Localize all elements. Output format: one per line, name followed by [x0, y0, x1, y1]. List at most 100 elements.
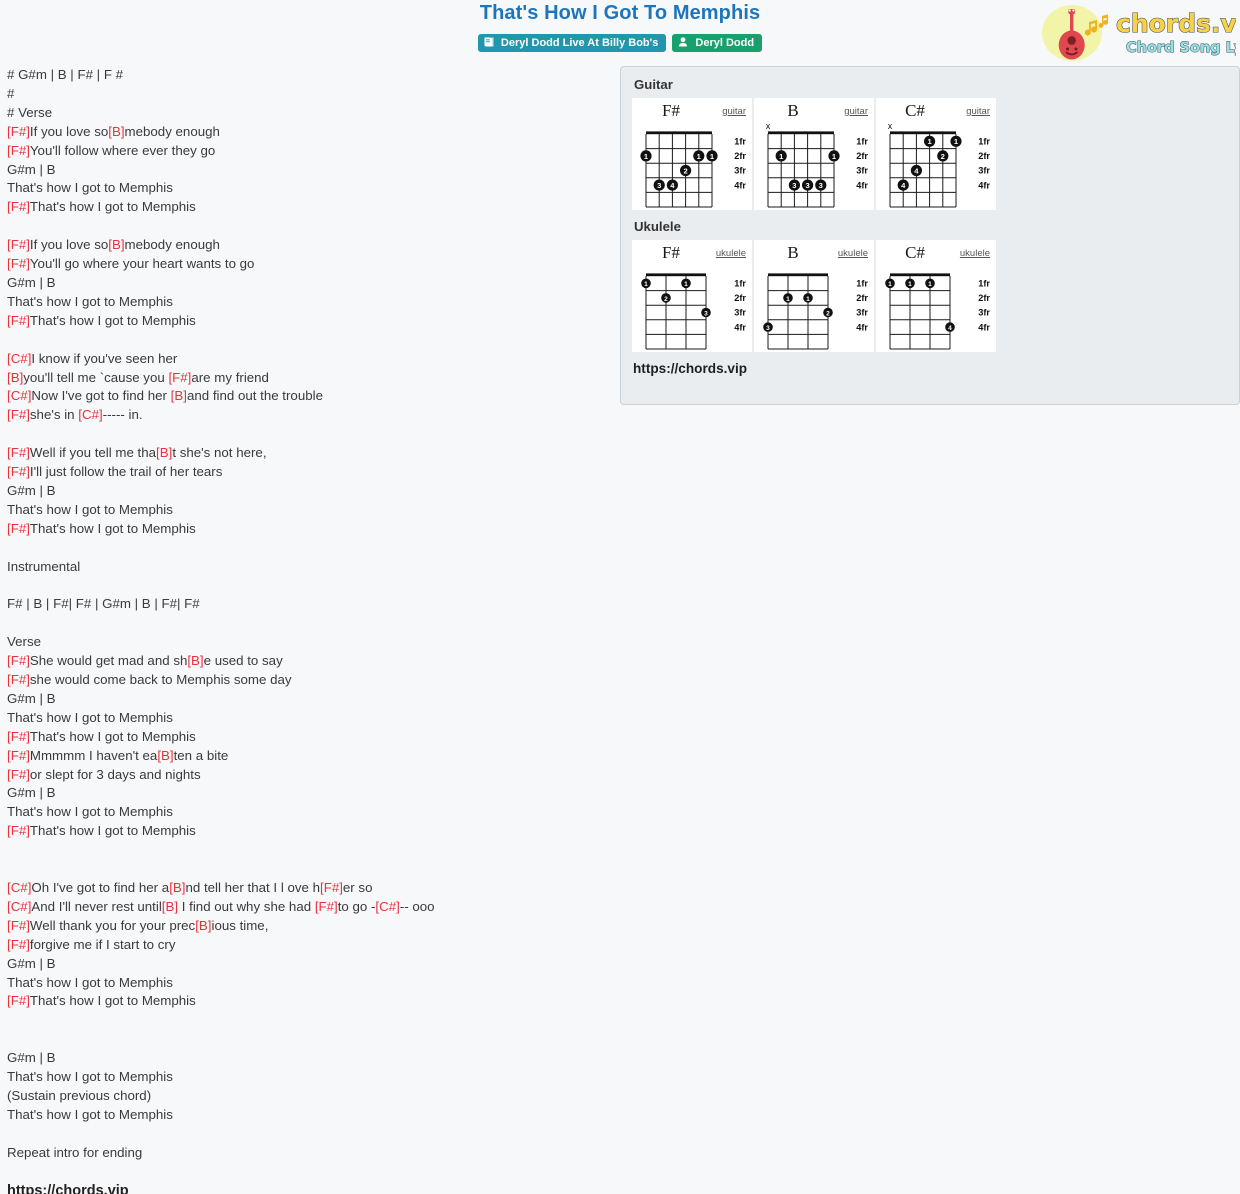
- chord-marker[interactable]: [F#]: [7, 143, 30, 158]
- lyric-line: [F#]she's in [C#]----- in.: [7, 406, 607, 425]
- lyric-line: G#m | B: [7, 482, 607, 501]
- chord-marker[interactable]: [F#]: [7, 748, 30, 763]
- lyric-text: Verse: [7, 634, 42, 650]
- instrument-link[interactable]: ukulele: [716, 248, 746, 259]
- lyric-line: [F#]Well thank you for your prec[B]ious …: [7, 917, 607, 936]
- chord-marker[interactable]: [F#]: [7, 521, 30, 536]
- svg-text:2fr: 2fr: [856, 151, 868, 161]
- instrument-link[interactable]: guitar: [966, 106, 990, 117]
- chord-section-ukulele: Ukulele F# ukulele 1 1 2 3 1fr 2fr 3fr 4fr Bukulele…: [632, 219, 1228, 352]
- lyric-line: # G#m | B | F# | F #: [7, 66, 607, 85]
- chord-marker[interactable]: [F#]: [7, 672, 30, 687]
- lyric-line: [F#]That's how I got to Memphis: [7, 312, 607, 331]
- svg-text:3: 3: [792, 181, 796, 190]
- chord-row: F# guitar 1 1 1 2 3 4 1fr 2fr 3fr 4fr Bguitar x 1 1 3 3 3 1…: [632, 98, 1228, 210]
- lyric-line: [F#]That's how I got to Memphis: [7, 822, 607, 841]
- chord-marker[interactable]: [B]: [157, 748, 173, 763]
- instrument-link[interactable]: ukulele: [838, 248, 868, 259]
- chord-marker[interactable]: [B]: [195, 918, 211, 933]
- chord-marker[interactable]: [F#]: [7, 729, 30, 744]
- chord-marker[interactable]: [B]: [7, 370, 23, 385]
- chord-diagram-guitar-B[interactable]: Bguitar x 1 1 3 3 3 1fr 2fr 3fr 4fr: [754, 98, 874, 210]
- lyric-text: G#m | B: [7, 785, 56, 801]
- album-badge[interactable]: Deryl Dodd Live At Billy Bob's: [477, 34, 667, 52]
- artist-badge[interactable]: Deryl Dodd: [672, 34, 763, 52]
- lyric-text: she would come back to Memphis some day: [29, 672, 292, 687]
- site-logo[interactable]: chords.vip Chord Song Lyric: [1040, 2, 1240, 62]
- chord-name: F#: [662, 243, 680, 262]
- chord-marker[interactable]: [F#]: [7, 407, 30, 422]
- chord-marker[interactable]: [C#]: [7, 880, 31, 895]
- lyric-text: or slept for 3 days and nights: [29, 766, 201, 782]
- chord-marker[interactable]: [F#]: [7, 767, 30, 782]
- chord-diagram-ukulele-Fsharp[interactable]: F# ukulele 1 1 2 3 1fr 2fr 3fr 4fr: [632, 240, 752, 352]
- chord-diagram-ukulele-Csharp[interactable]: C# ukulele 1 1 1 4 1fr 2fr 3fr 4fr: [876, 240, 996, 352]
- chord-marker[interactable]: [F#]: [7, 653, 30, 668]
- logo-brand-text: chords.vip: [1116, 9, 1236, 38]
- chord-marker[interactable]: [F#]: [7, 237, 30, 252]
- chord-marker[interactable]: [C#]: [7, 388, 31, 403]
- svg-text:2: 2: [683, 166, 687, 175]
- chord-marker[interactable]: [B]: [108, 237, 124, 252]
- footer-site-url[interactable]: https://chords.vip: [7, 1182, 607, 1194]
- chord-marker[interactable]: [C#]: [375, 899, 399, 914]
- chord-diagram-guitar-Csharp[interactable]: C# guitar x 1 1 2 4 4 1fr 2fr 3fr 4fr: [876, 98, 996, 210]
- chord-marker[interactable]: [F#]: [7, 445, 30, 460]
- instrument-link[interactable]: guitar: [844, 106, 868, 117]
- chord-marker[interactable]: [F#]: [320, 880, 343, 895]
- chord-marker[interactable]: [F#]: [7, 823, 30, 838]
- lyric-line: [F#]You'll follow where ever they go: [7, 142, 607, 161]
- lyric-line: [F#]That's how I got to Memphis: [7, 520, 607, 539]
- chord-marker[interactable]: [C#]: [7, 351, 31, 366]
- lyric-line: That's how I got to Memphis: [7, 501, 607, 520]
- lyric-blank-line: [7, 1011, 607, 1030]
- lyric-text: That's how I got to Memphis: [7, 1069, 173, 1085]
- chord-marker[interactable]: [F#]: [7, 199, 30, 214]
- lyric-line: [C#]I know if you've seen her: [7, 350, 607, 369]
- lyric-line: [C#]Now I've got to find her [B]and find…: [7, 387, 607, 406]
- lyric-line: That's how I got to Memphis: [7, 974, 607, 993]
- svg-text:3: 3: [657, 181, 661, 190]
- chord-marker[interactable]: [B]: [108, 124, 124, 139]
- chord-marker[interactable]: [F#]: [7, 124, 30, 139]
- instrument-link[interactable]: ukulele: [960, 248, 990, 259]
- chord-marker[interactable]: [F#]: [7, 256, 30, 271]
- lyric-line: [C#]Oh I've got to find her a[B]nd tell …: [7, 879, 607, 898]
- chord-diagram-ukulele-B[interactable]: Bukulele 1 1 2 3 1fr 2fr 3fr 4fr: [754, 240, 874, 352]
- instrument-link[interactable]: guitar: [722, 106, 746, 117]
- chord-marker[interactable]: [F#]: [7, 313, 30, 328]
- chord-marker[interactable]: [F#]: [315, 899, 338, 914]
- lyric-line: F# | B | F#| F# | G#m | B | F#| F#: [7, 595, 607, 614]
- svg-text:3fr: 3fr: [978, 166, 990, 176]
- logo-tagline-text: Chord Song Lyric: [1126, 40, 1236, 56]
- lyric-text: ten a bite: [173, 747, 229, 763]
- lyric-text: # G#m | B | F# | F #: [7, 67, 124, 82]
- badge-label: Deryl Dodd Live At Billy Bob's: [500, 37, 659, 50]
- panel-site-url[interactable]: https://chords.vip: [621, 352, 1239, 376]
- chord-marker[interactable]: [B]: [171, 388, 187, 403]
- chord-diagram-guitar-Fsharp[interactable]: F# guitar 1 1 1 2 3 4 1fr 2fr 3fr 4fr: [632, 98, 752, 210]
- chord-marker[interactable]: [F#]: [7, 993, 30, 1008]
- lyric-text: ious time,: [211, 917, 269, 933]
- chords-vip-logo-icon: chords.vip Chord Song Lyric: [1042, 5, 1240, 61]
- lyric-line: [F#]You'll go where your heart wants to …: [7, 255, 607, 274]
- chord-name: B: [787, 101, 799, 120]
- lyric-line: [F#]forgive me if I start to cry: [7, 936, 607, 955]
- chord-marker[interactable]: [C#]: [7, 899, 31, 914]
- fretboard-diagram: 1 1 2 3 1fr 2fr 3fr 4fr: [758, 264, 870, 350]
- chord-marker[interactable]: [C#]: [78, 407, 102, 422]
- lyric-text: That's how I got to Memphis: [29, 312, 196, 328]
- chord-marker[interactable]: [B]: [169, 880, 185, 895]
- chord-marker[interactable]: [B]: [187, 653, 203, 668]
- chord-marker[interactable]: [F#]: [7, 937, 30, 952]
- svg-text:1fr: 1fr: [856, 279, 868, 289]
- lyric-line: [F#]Mmmmm I haven't ea[B]ten a bite: [7, 747, 607, 766]
- lyric-text: If you love so: [29, 123, 109, 139]
- chord-marker[interactable]: [F#]: [7, 918, 30, 933]
- chord-marker[interactable]: [F#]: [7, 464, 30, 479]
- chord-marker[interactable]: [B]: [156, 445, 172, 460]
- lyric-line: That's how I got to Memphis: [7, 803, 607, 822]
- chord-marker[interactable]: [B]: [162, 899, 178, 914]
- chord-marker[interactable]: [F#]: [168, 370, 191, 385]
- lyric-text: Instrumental: [7, 558, 81, 574]
